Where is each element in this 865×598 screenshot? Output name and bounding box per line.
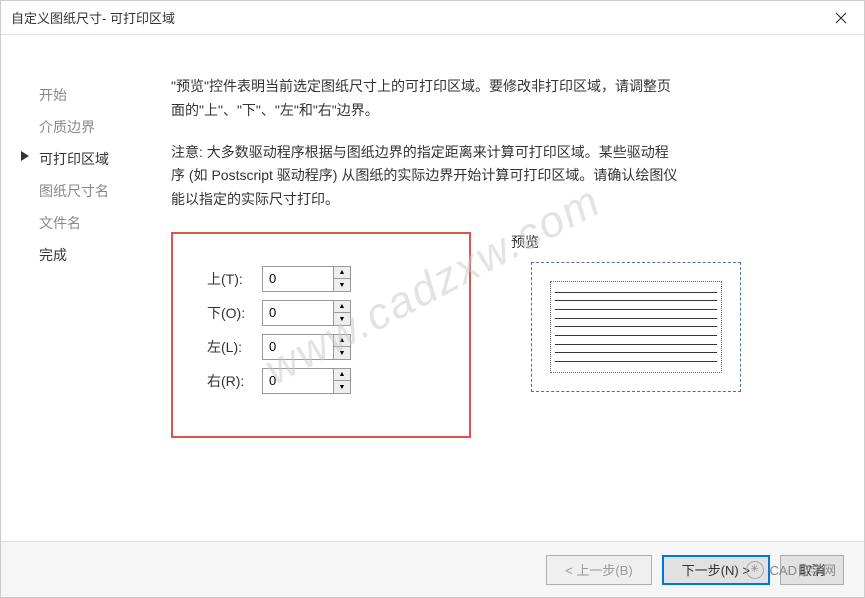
description-text-1: "预览"控件表明当前选定图纸尺寸上的可打印区域。要修改非打印区域，请调整页面的"… — [171, 75, 681, 123]
spin-up-icon[interactable]: ▲ — [334, 335, 350, 347]
spin-up-icon[interactable]: ▲ — [334, 267, 350, 279]
margins-group: 上(T): ▲ ▼ 下(O): — [171, 232, 471, 438]
cancel-button[interactable]: 取消 — [780, 555, 844, 585]
spin-down-icon[interactable]: ▼ — [334, 313, 350, 325]
wizard-sidebar: 开始 介质边界 可打印区域 图纸尺寸名 文件名 完成 — [21, 75, 151, 531]
preview-inner — [550, 281, 722, 373]
margin-left-label: 左(L): — [207, 337, 262, 357]
margin-right-field: 右(R): ▲ ▼ — [207, 368, 435, 394]
window-title: 自定义图纸尺寸- 可打印区域 — [11, 8, 818, 27]
margin-right-input[interactable] — [263, 369, 333, 393]
preview-line — [555, 352, 717, 353]
margin-left-field: 左(L): ▲ ▼ — [207, 334, 435, 360]
margin-top-field: 上(T): ▲ ▼ — [207, 266, 435, 292]
margin-bottom-spinner[interactable]: ▲ ▼ — [262, 300, 351, 326]
preview-box — [531, 262, 741, 392]
next-button[interactable]: 下一步(N) > — [662, 555, 770, 585]
margin-bottom-label: 下(O): — [207, 303, 262, 323]
dialog-body: www.cadzxw.com 开始 介质边界 可打印区域 图纸尺寸名 文件名 完… — [1, 35, 864, 541]
spin-down-icon[interactable]: ▼ — [334, 381, 350, 393]
spin-up-icon[interactable]: ▲ — [334, 301, 350, 313]
margin-left-spinner[interactable]: ▲ ▼ — [262, 334, 351, 360]
sidebar-item-label: 文件名 — [39, 215, 81, 231]
spin-up-icon[interactable]: ▲ — [334, 369, 350, 381]
preview-line — [555, 335, 717, 336]
preview-label: 预览 — [511, 232, 834, 252]
mid-section: 上(T): ▲ ▼ 下(O): — [171, 232, 834, 438]
preview-line — [555, 318, 717, 319]
margin-top-label: 上(T): — [207, 269, 262, 289]
close-icon — [835, 12, 847, 24]
margin-bottom-field: 下(O): ▲ ▼ — [207, 300, 435, 326]
sidebar-item-label: 介质边界 — [39, 119, 95, 135]
preview-line — [555, 309, 717, 310]
margin-bottom-input[interactable] — [263, 301, 333, 325]
arrow-right-icon — [21, 151, 29, 161]
margin-top-input[interactable] — [263, 267, 333, 291]
sidebar-item-paper-name[interactable]: 图纸尺寸名 — [21, 175, 151, 207]
content-area: "预览"控件表明当前选定图纸尺寸上的可打印区域。要修改非打印区域，请调整页面的"… — [151, 75, 834, 531]
sidebar-item-label: 完成 — [39, 247, 67, 263]
margin-left-input[interactable] — [263, 335, 333, 359]
preview-line — [555, 300, 717, 301]
spin-down-icon[interactable]: ▼ — [334, 279, 350, 291]
sidebar-item-filename[interactable]: 文件名 — [21, 207, 151, 239]
sidebar-item-label: 开始 — [39, 87, 67, 103]
preview-pane: 预览 — [511, 232, 834, 438]
sidebar-item-start[interactable]: 开始 — [21, 79, 151, 111]
margin-top-spinner[interactable]: ▲ ▼ — [262, 266, 351, 292]
preview-line — [555, 326, 717, 327]
back-button[interactable]: < 上一步(B) — [546, 555, 652, 585]
preview-line — [555, 344, 717, 345]
margin-right-spinner[interactable]: ▲ ▼ — [262, 368, 351, 394]
close-button[interactable] — [818, 1, 864, 35]
dialog-footer: < 上一步(B) 下一步(N) > 取消 ✳ CAD自学网 — [1, 541, 864, 597]
dialog-window: 自定义图纸尺寸- 可打印区域 www.cadzxw.com 开始 介质边界 可打… — [0, 0, 865, 598]
sidebar-item-label: 可打印区域 — [39, 151, 109, 167]
spin-down-icon[interactable]: ▼ — [334, 347, 350, 359]
preview-line — [555, 361, 717, 362]
sidebar-item-finish[interactable]: 完成 — [21, 239, 151, 271]
margin-right-label: 右(R): — [207, 371, 262, 391]
titlebar: 自定义图纸尺寸- 可打印区域 — [1, 1, 864, 35]
sidebar-item-media[interactable]: 介质边界 — [21, 111, 151, 143]
sidebar-item-label: 图纸尺寸名 — [39, 183, 109, 199]
description-text-2: 注意: 大多数驱动程序根据与图纸边界的指定距离来计算可打印区域。某些驱动程序 (… — [171, 141, 681, 212]
preview-line — [555, 292, 717, 293]
sidebar-item-printable-area[interactable]: 可打印区域 — [21, 143, 151, 175]
